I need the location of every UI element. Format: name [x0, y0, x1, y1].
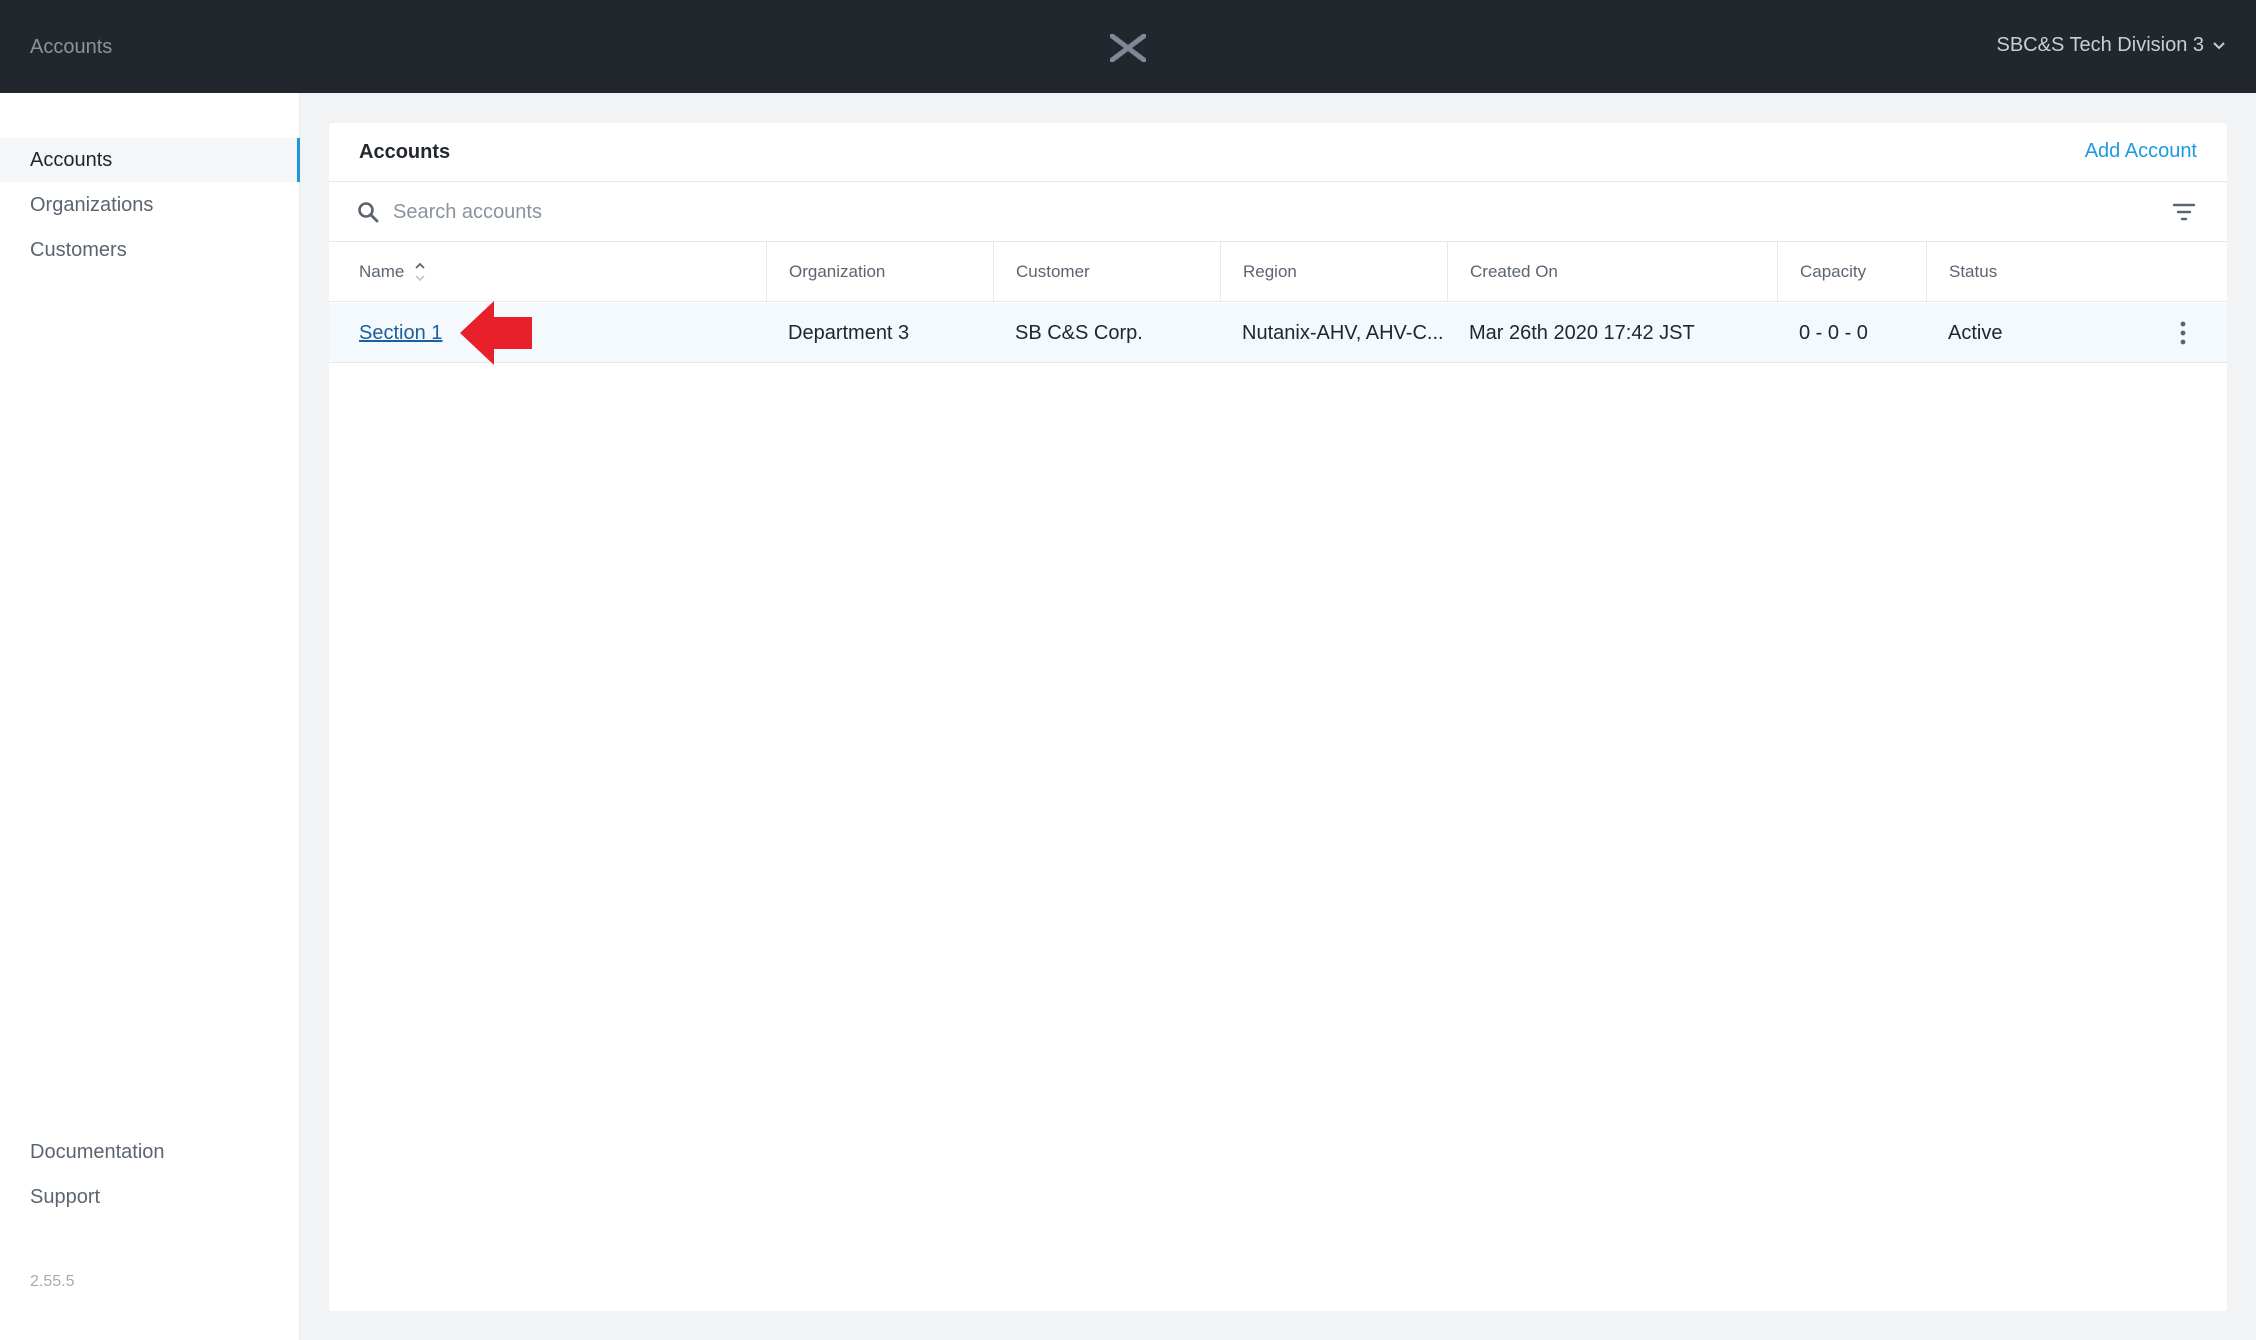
- chevron-down-icon: [2213, 41, 2225, 49]
- column-header-label: Name: [359, 262, 405, 281]
- column-header-organization[interactable]: Organization: [766, 242, 993, 302]
- search-icon: [358, 202, 379, 223]
- cell-created-on: Mar 26th 2020 17:42 JST: [1469, 321, 1695, 344]
- sort-icon[interactable]: [414, 261, 426, 283]
- sidebar-item-organizations[interactable]: Organizations: [0, 183, 300, 227]
- search-input[interactable]: [393, 196, 1993, 228]
- table-header: Name Organization Customer Region Create…: [329, 242, 2227, 302]
- add-account-button[interactable]: Add Account: [2085, 140, 2197, 163]
- page-title: Accounts: [359, 141, 451, 163]
- column-header-name[interactable]: Name: [329, 242, 766, 302]
- breadcrumb[interactable]: Accounts: [30, 36, 112, 59]
- cell-capacity: 0 - 0 - 0: [1799, 321, 1868, 344]
- support-link[interactable]: Support: [30, 1186, 100, 1209]
- version-label: 2.55.5: [30, 1273, 75, 1290]
- documentation-link[interactable]: Documentation: [30, 1141, 165, 1164]
- top-bar: Accounts SBC&S Tech Division 3: [0, 0, 2256, 93]
- cell-status: Active: [1948, 321, 2003, 344]
- tenant-name: SBC&S Tech Division 3: [1996, 34, 2205, 56]
- accounts-panel: Accounts Add Account Name Organization C…: [329, 123, 2227, 1311]
- column-header-created-on[interactable]: Created On: [1447, 242, 1777, 302]
- cell-name: Section 1: [329, 301, 766, 365]
- cell-customer: SB C&S Corp.: [1015, 321, 1143, 344]
- table-row[interactable]: Section 1 Department 3 SB C&S Corp. Nuta…: [329, 301, 2227, 365]
- column-header-region[interactable]: Region: [1220, 242, 1447, 302]
- column-header-status[interactable]: Status: [1926, 242, 2227, 302]
- filter-icon[interactable]: [2173, 203, 2195, 221]
- sidebar: Accounts Organizations Customers Documen…: [0, 93, 300, 1340]
- tenant-selector[interactable]: SBC&S Tech Division 3: [1997, 34, 2227, 57]
- nutanix-logo-icon[interactable]: [1110, 34, 1146, 62]
- sidebar-item-accounts[interactable]: Accounts: [0, 138, 300, 182]
- cell-organization: Department 3: [788, 321, 910, 344]
- column-header-capacity[interactable]: Capacity: [1777, 242, 1926, 302]
- search-bar: [329, 182, 2227, 242]
- sidebar-item-customers[interactable]: Customers: [0, 228, 300, 272]
- panel-header: Accounts Add Account: [329, 123, 2227, 182]
- account-name-link[interactable]: Section 1: [359, 322, 442, 345]
- column-header-customer[interactable]: Customer: [993, 242, 1220, 302]
- red-arrow-annotation-icon: [460, 301, 532, 365]
- cell-region: Nutanix-AHV, AHV-C...: [1242, 321, 1444, 344]
- more-vertical-icon[interactable]: [2179, 320, 2187, 346]
